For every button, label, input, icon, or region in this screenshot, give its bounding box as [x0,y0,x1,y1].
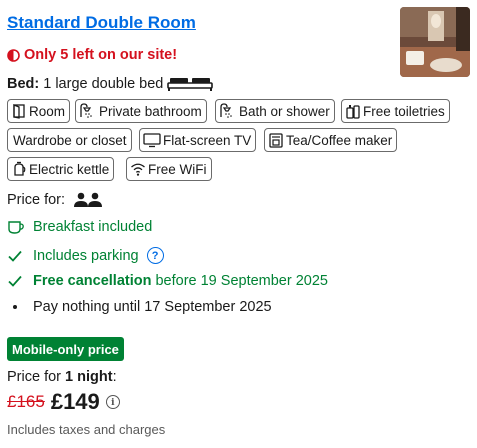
price-row: £165 £149 i [7,389,120,415]
cancellation-deadline: before 19 September 2025 [155,273,328,289]
amenity-chip-bath-or-shower: Bath or shower [215,99,335,123]
amenity-chip-free-toiletries: Free toiletries [341,99,450,123]
pay-nothing-feature: Pay nothing until 17 September 2025 [7,299,272,315]
night-suffix: : [112,369,117,385]
amenity-chip-tea-coffee-maker: Tea/Coffee maker [264,128,398,152]
scarcity-message: Only 5 left on our site! [7,47,177,63]
kettle-icon [14,161,26,176]
bed-value: 1 large double bed [43,76,164,92]
wifi-icon [131,163,145,176]
breakfast-feature: Breakfast included [7,219,152,235]
amenity-label: Wardrobe or closet [13,132,127,148]
bed-info: Bed: 1 large double bed [7,76,214,92]
coffee-cup-icon [8,221,24,234]
amenity-label: Electric kettle [29,161,110,177]
price-for-nights: Price for 1 night: [7,369,117,385]
amenity-label: Room [29,103,66,119]
taxes-note: Includes taxes and charges [7,422,166,437]
amenity-chip-free-wifi: Free WiFi [126,157,212,181]
parking-feature: Includes parking ? [7,247,164,264]
cancellation-feature: Free cancellation before 19 September 20… [7,273,328,289]
coffee-maker-icon [269,133,283,148]
half-circle-icon [7,48,20,62]
bed-label: Bed: [7,76,40,92]
amenity-chip-electric-kettle: Electric kettle [7,157,115,181]
question-mark-icon[interactable]: ? [146,247,164,264]
toiletries-icon [346,105,360,119]
amenity-label: Free toiletries [363,103,445,119]
pay-nothing-text: Pay nothing until 17 September 2025 [33,299,272,315]
shower-icon [220,103,232,118]
night-prefix: Price for [7,369,61,385]
amenity-chip-wardrobe: Wardrobe or closet [7,128,132,152]
scarcity-text: Only 5 left on our site! [24,47,178,63]
amenity-label: Private bathroom [99,103,202,119]
night-count: 1 night [65,369,113,385]
amenity-chip-room: Room [7,99,71,123]
checkmark-icon [8,250,22,262]
amenity-chip-private-bathroom: Private bathroom [75,99,207,123]
info-icon[interactable]: i [105,395,120,409]
amenity-label: Bath or shower [239,103,330,119]
parking-text: Includes parking [33,247,139,264]
amenity-chip-flat-screen-tv: Flat-screen TV [139,128,257,152]
mobile-only-badge: Mobile-only price [7,337,124,361]
free-cancellation-text: Free cancellation [33,273,152,289]
amenity-label: Tea/Coffee maker [286,132,393,148]
occupancy-label: Price for: [7,192,66,208]
amenity-label: Flat-screen TV [163,132,252,148]
room-title-link[interactable]: Standard Double Room [7,13,196,33]
double-bed-icon [167,78,214,91]
occupancy-info: Price for: [7,192,103,208]
bullet-icon [13,305,17,309]
original-price: £165 [7,392,45,411]
tv-icon [143,133,161,148]
room-icon [13,104,25,119]
shower-icon [80,103,92,118]
amenity-label: Free WiFi [148,161,207,177]
two-persons-icon [74,192,103,207]
room-photo-thumbnail[interactable] [400,7,470,77]
breakfast-text: Breakfast included [33,219,153,235]
checkmark-icon [8,275,22,287]
discounted-price: £149 [50,389,100,414]
